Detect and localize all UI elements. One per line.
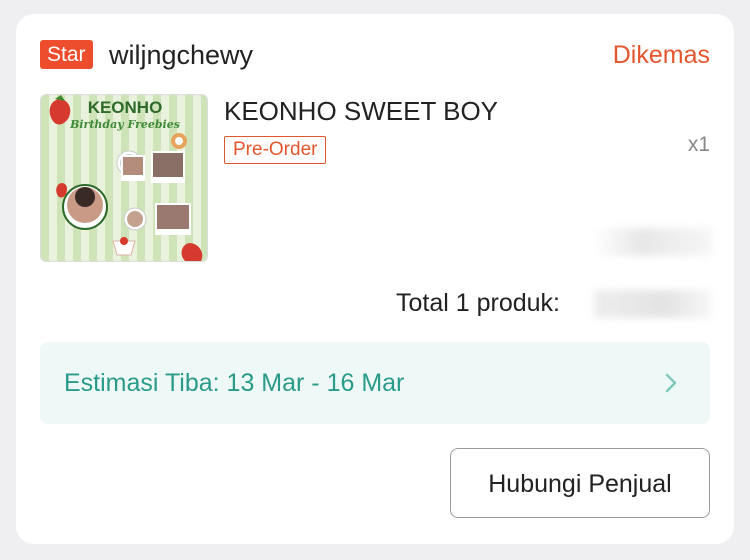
product-title[interactable]: KEONHO SWEET BOY [224, 94, 498, 128]
total-price-redacted [594, 290, 712, 318]
delivery-estimate-row[interactable]: Estimasi Tiba: 13 Mar - 16 Mar [40, 342, 710, 424]
delivery-estimate-text: Estimasi Tiba: 13 Mar - 16 Mar [64, 369, 405, 397]
pre-order-tag: Pre-Order [224, 136, 327, 164]
order-card[interactable]: Star wiljngchewy Dikemas KEONHO Birthday… [16, 14, 734, 544]
shop-name[interactable]: wiljngchewy [109, 39, 253, 71]
chevron-right-icon [665, 373, 677, 393]
product-quantity: x1 [687, 133, 710, 156]
total-label: Total 1 produk: [396, 289, 560, 317]
product-price-redacted [594, 228, 712, 256]
star-seller-badge: Star [40, 40, 93, 69]
product-thumbnail[interactable]: KEONHO Birthday Freebies [40, 94, 208, 262]
order-status: Dikemas [612, 41, 710, 69]
thumbnail-subheading: Birthday Freebies [69, 118, 180, 131]
shop-header: Star wiljngchewy Dikemas [40, 38, 710, 72]
contact-seller-button[interactable]: Hubungi Penjual [450, 448, 710, 518]
thumbnail-heading: KEONHO [88, 98, 163, 117]
product-image: KEONHO Birthday Freebies [41, 95, 207, 261]
